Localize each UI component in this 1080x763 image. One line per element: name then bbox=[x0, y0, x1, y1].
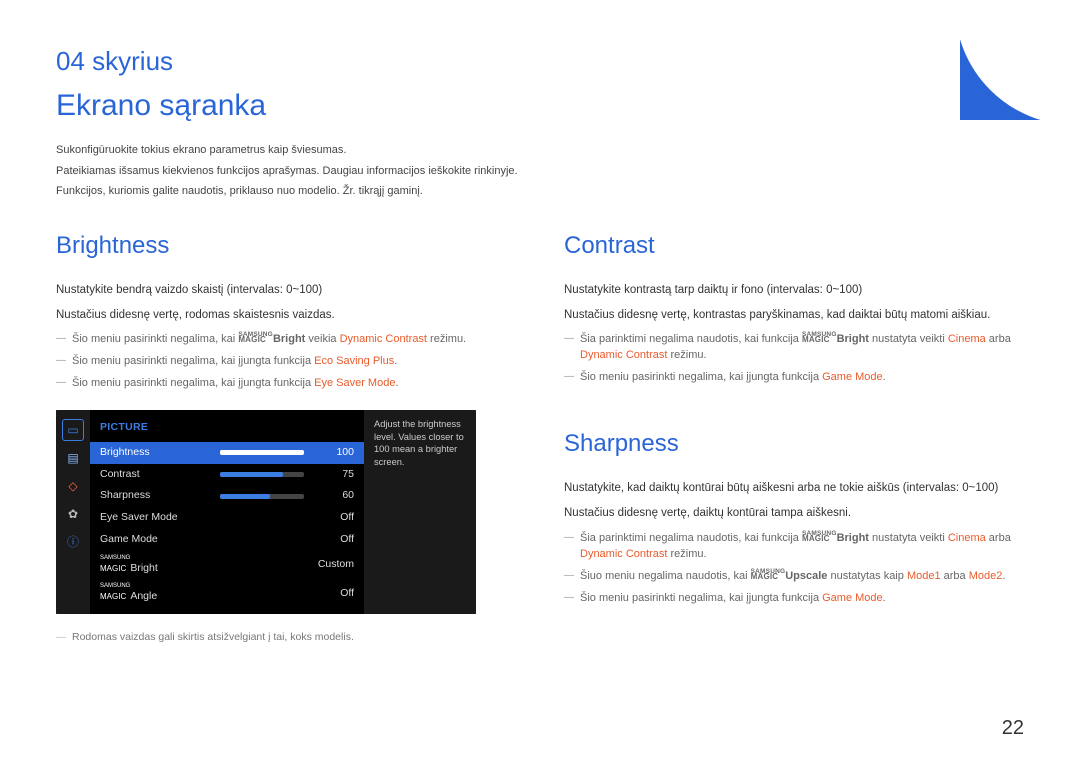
osd-row-label: Game Mode bbox=[100, 532, 212, 548]
picture-icon[interactable]: ▤ bbox=[63, 448, 83, 468]
osd-row-label: Contrast bbox=[100, 467, 212, 483]
osd-row-eye-saver-mode[interactable]: Eye Saver Mode Off bbox=[90, 507, 364, 529]
sharpness-note-1: Šia parinktimi negalima naudotis, kai fu… bbox=[564, 531, 1024, 563]
contrast-heading: Contrast bbox=[564, 228, 1024, 264]
chapter-label: 04 skyrius bbox=[56, 42, 1024, 81]
osd-row-value: Off bbox=[220, 586, 354, 602]
slider-track[interactable] bbox=[220, 450, 304, 455]
brightness-desc: Nustatykite bendrą vaizdo skaistį (inter… bbox=[56, 282, 516, 299]
osd-sidebar: ▭ ▤ ◇ ✿ ⓘ bbox=[56, 410, 90, 614]
page-number: 22 bbox=[1002, 713, 1024, 743]
osd-row-label: SAMSUNGMAGICBright bbox=[100, 554, 212, 577]
osd-row-label: SAMSUNGMAGICAngle bbox=[100, 582, 212, 605]
osd-row-sharpness[interactable]: Sharpness 60 bbox=[90, 485, 364, 507]
slider-track[interactable] bbox=[220, 494, 304, 499]
osd-row-game-mode[interactable]: Game Mode Off bbox=[90, 529, 364, 551]
intro-line: Sukonfigūruokite tokius ekrano parametru… bbox=[56, 142, 1024, 159]
samsung-magic-icon: SAMSUNGMAGIC bbox=[802, 332, 837, 344]
osd-row-value: Off bbox=[220, 532, 354, 548]
contrast-note-2: Šio meniu pasirinkti negalima, kai įjung… bbox=[564, 370, 1024, 386]
osd-row-value: 60 bbox=[312, 488, 354, 504]
osd-row-label: Brightness bbox=[100, 445, 212, 461]
slider-track[interactable] bbox=[220, 472, 304, 477]
samsung-magic-icon: SAMSUNGMAGIC bbox=[238, 332, 273, 344]
osd-row-magicbright[interactable]: SAMSUNGMAGICBright Custom bbox=[90, 551, 364, 580]
samsung-magic-icon: SAMSUNGMAGIC bbox=[751, 569, 786, 581]
two-column-layout: Brightness Nustatykite bendrą vaizdo ska… bbox=[56, 228, 1024, 646]
monitor-icon[interactable]: ▭ bbox=[63, 420, 83, 440]
sharpness-section: Sharpness Nustatykite, kad daiktų kontūr… bbox=[564, 426, 1024, 607]
sharpness-desc: Nustatykite, kad daiktų kontūrai būtų ai… bbox=[564, 480, 1024, 497]
sharpness-desc2: Nustačius didesnę vertę, daiktų kontūrai… bbox=[564, 505, 1024, 522]
page-content: 04 skyrius Ekrano sąranka Sukonfigūruoki… bbox=[0, 0, 1080, 666]
brightness-heading: Brightness bbox=[56, 228, 516, 264]
osd-row-brightness[interactable]: Brightness 100 bbox=[90, 442, 364, 464]
intro-line: Funkcijos, kuriomis galite naudotis, pri… bbox=[56, 183, 1024, 200]
osd-row-label: Eye Saver Mode bbox=[100, 510, 212, 526]
osd-row-magicangle[interactable]: SAMSUNGMAGICAngle Off bbox=[90, 579, 364, 608]
osd-footnote: Rodomas vaizdas gali skirtis atsižvelgia… bbox=[56, 630, 516, 646]
sharpness-heading: Sharpness bbox=[564, 426, 1024, 462]
brightness-note-1: Šio meniu pasirinkti negalima, kai SAMSU… bbox=[56, 332, 516, 348]
osd-row-value: 100 bbox=[312, 445, 354, 461]
osd-header: PICTURE bbox=[90, 416, 364, 442]
osd-row-value: 75 bbox=[312, 467, 354, 483]
osd-panel: ▭ ▤ ◇ ✿ ⓘ PICTURE Brightness 100 Contrast 7… bbox=[56, 410, 476, 614]
sharpness-note-3: Šio meniu pasirinkti negalima, kai įjung… bbox=[564, 591, 1024, 607]
brightness-desc2: Nustačius didesnę vertę, rodomas skaiste… bbox=[56, 307, 516, 324]
contrast-note-1: Šia parinktimi negalima naudotis, kai fu… bbox=[564, 332, 1024, 364]
brightness-note-2: Šio meniu pasirinkti negalima, kai įjung… bbox=[56, 354, 516, 370]
sharpness-note-2: Šiuo meniu negalima naudotis, kai SAMSUN… bbox=[564, 569, 1024, 585]
osd-row-label: Sharpness bbox=[100, 488, 212, 504]
right-column: Contrast Nustatykite kontrastą tarp daik… bbox=[564, 228, 1024, 646]
page-corner-decoration bbox=[960, 0, 1080, 120]
samsung-magic-icon: SAMSUNGMAGIC bbox=[802, 531, 837, 543]
osd-main: PICTURE Brightness 100 Contrast 75 Sharpness… bbox=[90, 410, 364, 614]
left-column: Brightness Nustatykite bendrą vaizdo ska… bbox=[56, 228, 516, 646]
settings-icon[interactable]: ✿ bbox=[63, 504, 83, 524]
size-icon[interactable]: ◇ bbox=[63, 476, 83, 496]
osd-row-value: Off bbox=[220, 510, 354, 526]
contrast-desc2: Nustačius didesnę vertę, kontrastas pary… bbox=[564, 307, 1024, 324]
osd-row-contrast[interactable]: Contrast 75 bbox=[90, 464, 364, 486]
contrast-desc: Nustatykite kontrastą tarp daiktų ir fon… bbox=[564, 282, 1024, 299]
osd-description: Adjust the brightness level. Values clos… bbox=[364, 410, 476, 614]
intro-line: Pateikiamas išsamus kiekvienos funkcijos… bbox=[56, 163, 1024, 180]
brightness-note-3: Šio meniu pasirinkti negalima, kai įjung… bbox=[56, 376, 516, 392]
page-title: Ekrano sąranka bbox=[56, 83, 1024, 128]
info-icon[interactable]: ⓘ bbox=[63, 532, 83, 552]
osd-row-value: Custom bbox=[220, 557, 354, 573]
